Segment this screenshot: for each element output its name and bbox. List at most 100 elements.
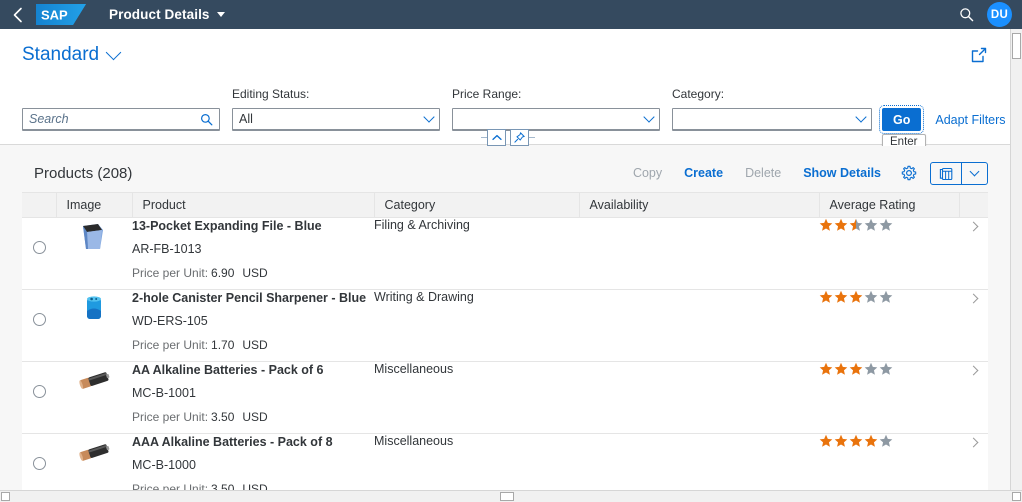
- row-nav-cell[interactable]: [959, 433, 988, 490]
- table-row[interactable]: 13-Pocket Expanding File - Blue AR-FB-101…: [22, 217, 988, 290]
- price-currency: USD: [242, 266, 268, 280]
- delete-button[interactable]: Delete: [734, 166, 792, 180]
- scroll-corner-left: [1, 492, 10, 501]
- table-row[interactable]: AA Alkaline Batteries - Pack of 6 MC-B-10…: [22, 361, 988, 434]
- star-icon: [864, 218, 878, 235]
- column-header-category[interactable]: Category: [374, 192, 580, 218]
- chevron-down-icon: [423, 111, 435, 123]
- star-icon: [819, 290, 833, 307]
- star-icon: [849, 362, 863, 379]
- table-row[interactable]: AAA Alkaline Batteries - Pack of 8 MC-B-1…: [22, 433, 988, 490]
- table-row[interactable]: 2-hole Canister Pencil Sharpener - Blue W…: [22, 289, 988, 362]
- row-image-cell: [56, 433, 132, 490]
- row-radio-button[interactable]: [32, 313, 46, 326]
- product-id: MC-B-1001: [132, 386, 196, 400]
- column-header-nav: [959, 192, 988, 218]
- star-icon: [834, 290, 848, 307]
- shell-title-label: Product Details: [109, 7, 210, 22]
- chevron-down-icon: [643, 111, 655, 123]
- table-header: Image Product Category Availability Aver…: [22, 192, 988, 218]
- search-icon[interactable]: [953, 2, 979, 28]
- view-switch-dropdown-button[interactable]: [962, 163, 987, 184]
- row-select-cell: [22, 361, 56, 434]
- row-select-cell: [22, 289, 56, 362]
- search-input[interactable]: [29, 112, 200, 126]
- product-id: AR-FB-1013: [132, 242, 202, 256]
- caret-down-icon: [216, 12, 225, 17]
- avatar-initials: DU: [990, 8, 1009, 21]
- star-icon: [849, 290, 863, 307]
- star-icon: [864, 362, 878, 379]
- row-nav-cell[interactable]: [959, 289, 988, 362]
- star-icon: [879, 290, 893, 307]
- share-icon[interactable]: [964, 41, 992, 69]
- create-button[interactable]: Create: [673, 166, 734, 180]
- star-icon: [819, 218, 833, 235]
- table-toolbar: Products (208) Copy Create Delete Show D…: [22, 154, 988, 192]
- row-radio-button[interactable]: [32, 457, 46, 470]
- price-currency: USD: [242, 410, 268, 424]
- column-header-average-rating[interactable]: Average Rating: [819, 192, 960, 218]
- star-icon: [879, 362, 893, 379]
- avatar[interactable]: DU: [987, 2, 1012, 27]
- chevron-right-icon[interactable]: [968, 437, 979, 448]
- price-range-select[interactable]: [452, 108, 660, 131]
- adapt-filters-button[interactable]: Adapt Filters: [935, 113, 1005, 131]
- search-icon[interactable]: [200, 113, 213, 126]
- column-header-image[interactable]: Image: [56, 192, 133, 218]
- column-header-availability[interactable]: Availability: [579, 192, 820, 218]
- horizontal-scrollbar-thumb[interactable]: [500, 492, 514, 501]
- price-per-unit: Price per Unit: 3.50 USD: [132, 410, 374, 424]
- row-radio-button[interactable]: [32, 385, 46, 398]
- editing-status-select[interactable]: All: [232, 108, 440, 131]
- filter-search: [22, 87, 220, 131]
- rating-stars: [819, 362, 959, 379]
- row-radio-button[interactable]: [32, 241, 46, 254]
- row-availability-cell: [579, 433, 819, 490]
- variant-selector[interactable]: Standard: [22, 44, 122, 66]
- shell-title-menu[interactable]: Product Details: [109, 7, 225, 22]
- back-button[interactable]: [0, 0, 34, 29]
- price-per-unit: Price per Unit: 3.50 USD: [132, 482, 374, 490]
- star-icon: [834, 362, 848, 379]
- price-label: Price per Unit:: [132, 338, 209, 352]
- chevron-right-icon[interactable]: [968, 221, 979, 232]
- gear-icon[interactable]: [896, 161, 922, 185]
- row-category-cell: Miscellaneous: [374, 361, 579, 434]
- collapse-filter-bar-button[interactable]: [487, 129, 506, 146]
- row-nav-cell[interactable]: [959, 217, 988, 290]
- row-product-cell: AAA Alkaline Batteries - Pack of 8 MC-B-1…: [132, 433, 374, 490]
- product-thumbnail-pencil-sharpener-blue: [76, 290, 112, 326]
- table-view-icon[interactable]: [931, 163, 961, 184]
- vertical-scrollbar[interactable]: [1010, 29, 1022, 490]
- filter-editing-status: Editing Status: All: [232, 87, 440, 131]
- star-icon: [834, 218, 848, 235]
- show-details-button[interactable]: Show Details: [792, 166, 892, 180]
- filter-fields: Editing Status: All Price Range: Categor…: [0, 81, 1010, 150]
- product-name: 2-hole Canister Pencil Sharpener - Blue: [132, 291, 367, 305]
- sap-logo[interactable]: SAP: [36, 4, 88, 26]
- star-icon: [819, 362, 833, 379]
- search-input-wrap[interactable]: [22, 108, 220, 131]
- copy-button[interactable]: Copy: [622, 166, 673, 180]
- pin-filter-bar-button[interactable]: [510, 129, 529, 146]
- category-select[interactable]: [672, 108, 872, 131]
- chevron-right-icon[interactable]: [968, 293, 979, 304]
- app-window: SAP Product Details DU Standard Search E…: [0, 0, 1022, 502]
- price-per-unit: Price per Unit: 1.70 USD: [132, 338, 374, 352]
- row-product-cell: 13-Pocket Expanding File - Blue AR-FB-101…: [132, 217, 374, 290]
- horizontal-scrollbar[interactable]: [0, 490, 1022, 502]
- chevron-right-icon[interactable]: [968, 365, 979, 376]
- row-select-cell: [22, 217, 56, 290]
- vertical-scrollbar-thumb[interactable]: [1012, 33, 1021, 59]
- go-button[interactable]: Go: [878, 105, 925, 134]
- go-area: Go Enter: [878, 105, 926, 150]
- price-value: 1.70: [211, 338, 235, 352]
- column-header-product[interactable]: Product: [132, 192, 375, 218]
- star-icon: [849, 218, 863, 235]
- table-card: Products (208) Copy Create Delete Show D…: [22, 154, 988, 490]
- svg-text:SAP: SAP: [41, 8, 68, 23]
- row-nav-cell[interactable]: [959, 361, 988, 434]
- table-actions: Copy Create Delete Show Details: [622, 161, 988, 185]
- rating-stars: [819, 434, 959, 451]
